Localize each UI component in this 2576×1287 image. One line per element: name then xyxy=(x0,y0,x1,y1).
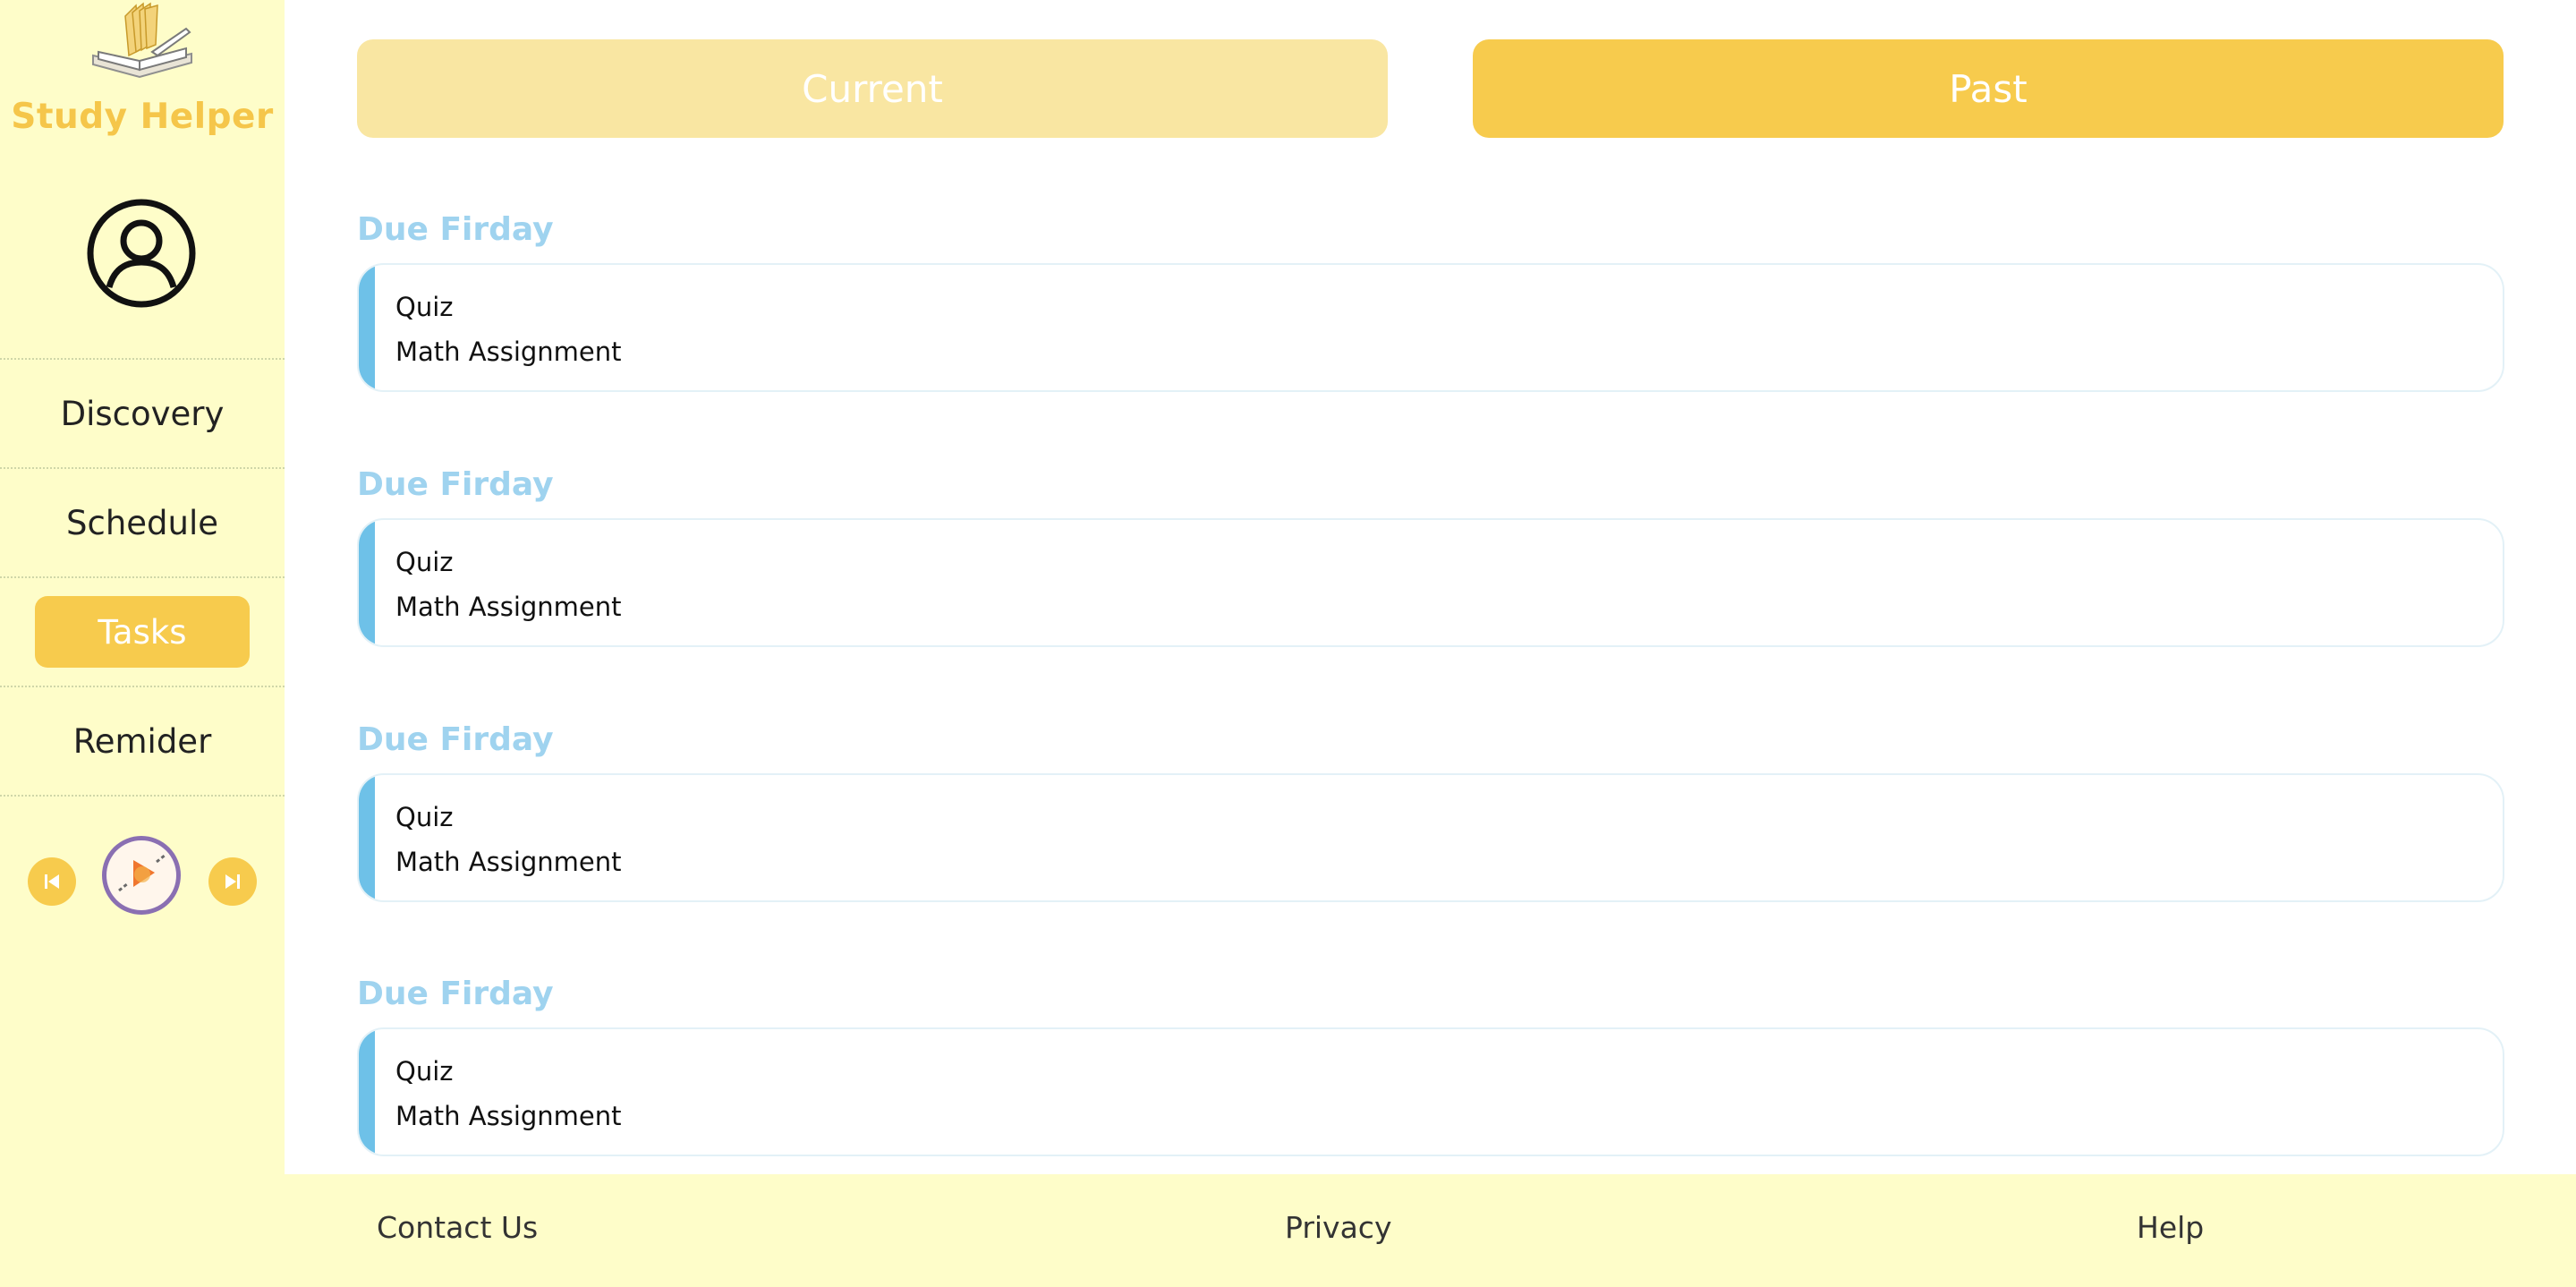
sidebar-item-label: Schedule xyxy=(65,503,219,542)
task-item: Math Assignment xyxy=(395,337,622,367)
sidebar-item-discovery[interactable]: Discovery xyxy=(0,360,285,469)
music-disc-button[interactable] xyxy=(102,836,181,915)
music-player xyxy=(0,832,285,922)
group-label: Due Firday xyxy=(357,721,554,758)
task-item: Math Assignment xyxy=(395,1101,622,1131)
task-item: Math Assignment xyxy=(395,592,622,622)
logo: Study Helper xyxy=(0,0,285,157)
main-content: Current Past Due Firday Quiz Math Assign… xyxy=(285,0,2576,1174)
sidebar-item-label: Tasks xyxy=(35,596,250,668)
task-card[interactable]: Quiz Math Assignment xyxy=(357,263,2504,392)
task-card[interactable]: Quiz Math Assignment xyxy=(357,1027,2504,1156)
task-item: Quiz xyxy=(395,547,454,577)
card-accent xyxy=(359,775,375,900)
sidebar-item-schedule[interactable]: Schedule xyxy=(0,469,285,578)
group-label: Due Firday xyxy=(357,211,554,248)
sidebar-item-tasks[interactable]: Tasks xyxy=(0,578,285,687)
task-item: Quiz xyxy=(395,292,454,322)
skip-previous-button[interactable] xyxy=(28,857,76,906)
music-disc-icon xyxy=(118,853,166,892)
footer-link-privacy[interactable]: Privacy xyxy=(1285,1210,1391,1245)
user-avatar-icon[interactable] xyxy=(86,198,197,309)
tab-current[interactable]: Current xyxy=(357,39,1388,138)
skip-next-button[interactable] xyxy=(208,857,257,906)
card-accent xyxy=(359,1029,375,1155)
sidebar-item-label: Discovery xyxy=(60,394,225,433)
group-label: Due Firday xyxy=(357,466,554,503)
sidebar-item-reminder[interactable]: Remider xyxy=(0,687,285,797)
app-title: Study Helper xyxy=(11,97,274,137)
sidebar: Study Helper Discovery Schedule Tasks Re… xyxy=(0,0,285,1287)
card-accent xyxy=(359,265,375,390)
footer-link-contact[interactable]: Contact Us xyxy=(377,1210,538,1245)
task-item: Math Assignment xyxy=(395,847,622,877)
skip-next-icon xyxy=(225,874,240,889)
task-item: Quiz xyxy=(395,802,454,832)
task-card[interactable]: Quiz Math Assignment xyxy=(357,518,2504,647)
open-book-icon xyxy=(92,2,192,79)
footer-link-help[interactable]: Help xyxy=(2137,1210,2204,1245)
card-accent xyxy=(359,520,375,645)
task-card[interactable]: Quiz Math Assignment xyxy=(357,773,2504,902)
skip-previous-icon xyxy=(45,874,59,889)
footer: Contact Us Privacy Help xyxy=(285,1174,2576,1287)
task-item: Quiz xyxy=(395,1056,454,1087)
group-label: Due Firday xyxy=(357,976,554,1012)
tab-label: Current xyxy=(802,66,943,111)
sidebar-item-label: Remider xyxy=(72,721,212,761)
tab-label: Past xyxy=(1949,66,2028,111)
tab-past[interactable]: Past xyxy=(1473,39,2504,138)
